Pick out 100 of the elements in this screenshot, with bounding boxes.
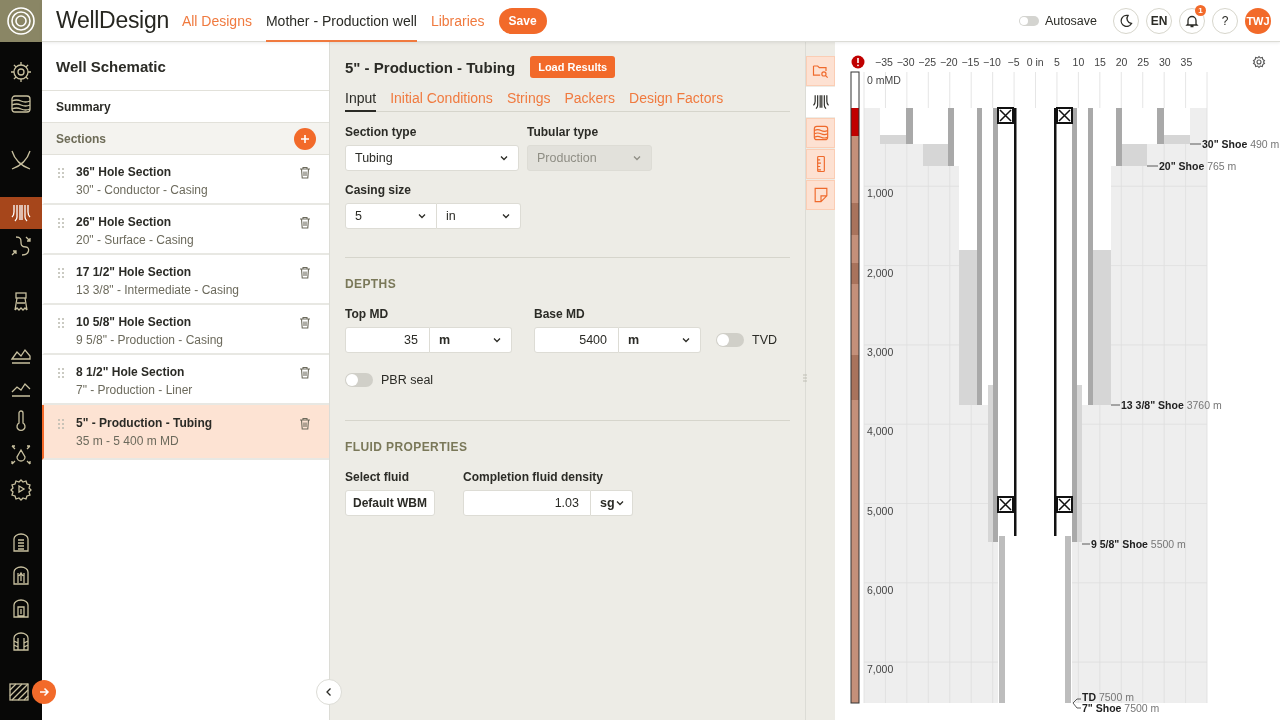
drop-icon <box>9 443 33 467</box>
arrow-right-icon <box>38 686 50 698</box>
axis-tick-label: 10 <box>1072 56 1085 68</box>
select-field[interactable]: Tubing <box>345 145 519 171</box>
field-label: Completion fluid density <box>463 470 604 484</box>
autosave-label: Autosave <box>1044 13 1097 28</box>
input-field[interactable]: 1.03 <box>463 490 591 516</box>
casing-wall <box>1157 108 1164 144</box>
sections-label: Sections <box>56 131 106 146</box>
gear-play-icon <box>9 477 33 501</box>
trash-icon[interactable] <box>299 216 311 229</box>
app-logo[interactable]: WellDesign <box>56 7 169 34</box>
trash-icon[interactable] <box>299 316 311 329</box>
drag-handle-icon[interactable] <box>58 368 64 378</box>
drag-handle-icon[interactable] <box>58 419 64 429</box>
unit-select[interactable]: m <box>619 327 701 353</box>
section-subtitle: 35 m - 5 400 m MD <box>76 434 180 449</box>
packer-icon <box>1056 107 1073 124</box>
trash-icon[interactable] <box>299 417 311 430</box>
chevron-icon <box>499 153 509 163</box>
theme-button[interactable] <box>1113 7 1139 34</box>
axis-tick-label: 15 <box>1094 56 1106 68</box>
trash-icon[interactable] <box>299 166 311 179</box>
settings-icon <box>9 60 33 84</box>
casing-wall <box>906 108 913 144</box>
group-heading: FLUID PROPERTIES <box>345 440 469 454</box>
cement-sheath <box>1121 144 1147 166</box>
depth-marker-label: TD 7500 m <box>1082 691 1134 703</box>
group-heading: DEPTHS <box>345 277 398 291</box>
leader-line <box>1189 143 1202 145</box>
curves-icon <box>9 148 33 172</box>
leader-line <box>1072 698 1082 709</box>
chevron-icon <box>614 498 625 508</box>
depth-label: 1,000 <box>867 187 894 200</box>
field-label: Select fluid <box>345 470 410 484</box>
cement-sheath <box>1164 135 1190 144</box>
form-tab[interactable]: Input <box>345 86 377 112</box>
section-item[interactable]: 26" Hole Section 20" - Surface - Casing <box>42 205 329 255</box>
input-field[interactable]: 5400 <box>534 327 619 353</box>
section-title: 8 1/2" Hole Section <box>76 365 186 380</box>
section-title: 36" Hole Section <box>76 165 173 180</box>
field-label: Section type <box>345 125 418 139</box>
collapse-button[interactable] <box>316 679 342 705</box>
section-item[interactable]: 10 5/8" Hole Section 9 5/8" - Production - Casing <box>42 305 329 355</box>
shoe-label: 7" Shoe 7500 m <box>1082 702 1160 714</box>
chevron-left-icon <box>325 687 333 697</box>
warning-icon[interactable] <box>851 55 865 69</box>
axis-tick-label: 5 <box>1053 56 1060 68</box>
leader-line <box>1081 543 1091 545</box>
add-section-button[interactable] <box>294 127 316 150</box>
logo-icon <box>6 6 36 36</box>
drag-handle-icon[interactable] <box>58 318 64 328</box>
drag-handle-icon[interactable] <box>58 168 64 178</box>
resize-handle-icon[interactable] <box>803 374 807 382</box>
chevron-icon <box>632 153 642 163</box>
drag-handle-icon[interactable] <box>58 268 64 278</box>
unit-select[interactable]: in <box>437 203 521 229</box>
trash-icon[interactable] <box>299 266 311 279</box>
depth-label: 6,000 <box>867 583 894 596</box>
fluid-button[interactable]: Default WBM <box>345 490 435 516</box>
chevron-icon <box>501 211 511 221</box>
cement-sheath <box>923 144 949 166</box>
packer-icon <box>997 107 1014 124</box>
depth-label: 5,000 <box>867 504 894 517</box>
shoe-label: 30" Shoe 490 m <box>1202 138 1280 150</box>
autosave-toggle[interactable] <box>1018 15 1039 26</box>
language-button[interactable]: EN <box>1146 7 1172 34</box>
section-item[interactable]: 36" Hole Section 30" - Conductor - Casing <box>42 155 329 205</box>
axis-tick-label: 35 <box>1180 56 1193 68</box>
chevron-icon <box>492 335 502 345</box>
axis-tick-label: −25 <box>918 56 937 68</box>
field-label: Tubular type <box>527 125 600 139</box>
axis-tick-label: −10 <box>983 56 1001 68</box>
plus-icon <box>300 133 310 144</box>
input-field[interactable]: 35 <box>345 327 430 353</box>
bell-icon <box>1185 13 1199 28</box>
drag-handle-icon[interactable] <box>58 218 64 228</box>
help-button[interactable]: ? <box>1212 7 1238 34</box>
shoe-label: 20" Shoe 765 m <box>1159 160 1237 172</box>
section-item[interactable]: 17 1/2" Hole Section 13 3/8" - Intermediate - Casing <box>42 255 329 305</box>
section-subtitle: 7" - Production - Liner <box>76 383 194 398</box>
toggle-switch[interactable] <box>345 373 373 387</box>
select-field[interactable]: 5 <box>345 203 437 229</box>
unit-select[interactable]: m <box>430 327 512 353</box>
casing-wall <box>1116 108 1122 166</box>
depth-label: 3,000 <box>867 345 894 358</box>
trash-icon[interactable] <box>299 366 311 379</box>
settings-icon[interactable] <box>1252 55 1266 69</box>
toggle-switch[interactable] <box>716 333 744 347</box>
axis-tick-label: 20 <box>1115 56 1128 68</box>
layers-icon <box>9 92 33 116</box>
axis-tick-label: −15 <box>961 56 980 68</box>
unit-select[interactable]: sg <box>591 490 633 516</box>
section-item[interactable]: 5" - Production - Tubing 35 m - 5 400 m MD <box>42 405 329 460</box>
axis-tick-label: −30 <box>896 56 915 68</box>
depth-label: 0 mMD <box>867 74 901 86</box>
section-title: 10 5/8" Hole Section <box>76 315 193 330</box>
chevron-icon <box>417 211 427 221</box>
section-heading: 5" - Production - Tubing <box>345 58 516 76</box>
logo-tile[interactable] <box>0 0 42 42</box>
